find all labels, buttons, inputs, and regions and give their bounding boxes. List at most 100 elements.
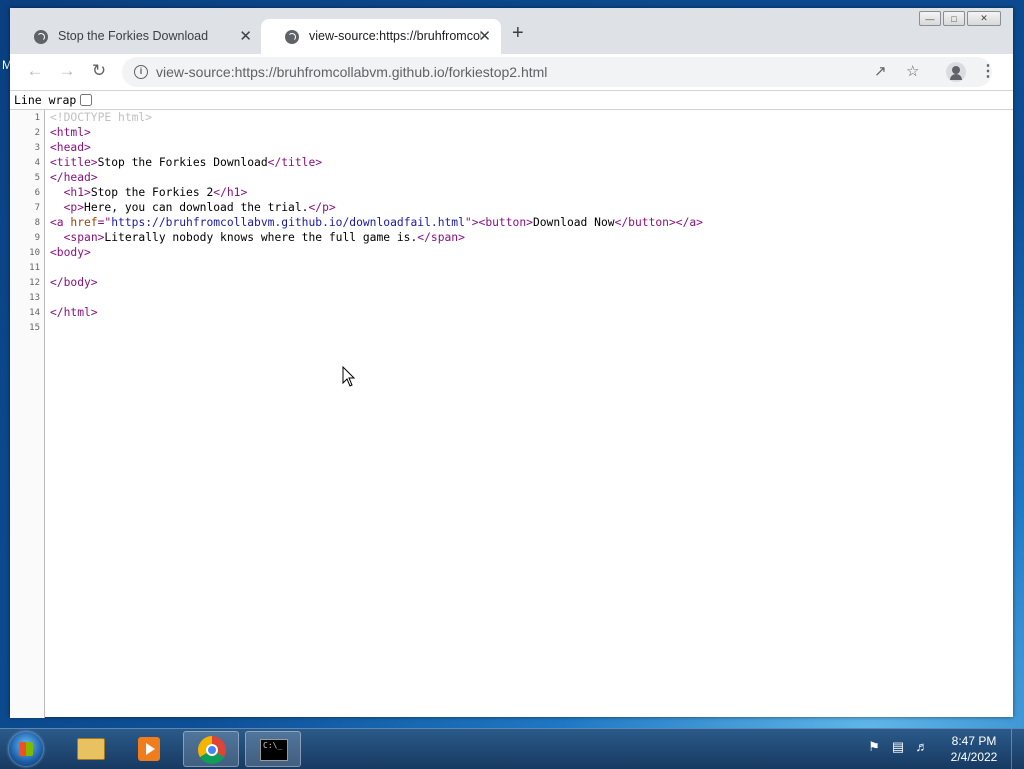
line-number: 13 (29, 293, 40, 303)
code-token[interactable]: https://bruhfromcollabvm.github.io/downl… (111, 216, 465, 229)
code-token: <!DOCTYPE html> (50, 111, 153, 124)
code-token: <head> (50, 141, 91, 154)
line-number: 8 (34, 218, 40, 228)
taskbar-command-prompt[interactable]: C:\_ (245, 731, 301, 767)
close-tab-icon[interactable]: ✕ (239, 27, 252, 45)
line-number: 14 (29, 308, 40, 318)
source-code-area: 1 <!DOCTYPE html> 2 <html> 3 <head> 4 <title>St… (10, 109, 1013, 718)
line-code: <h1>Stop the Forkies 2</h1> (50, 186, 248, 199)
maximize-button[interactable]: □ (943, 11, 965, 26)
line-number: 10 (29, 248, 40, 258)
network-icon[interactable]: ▤ (890, 739, 906, 755)
close-window-button[interactable]: ✕ (967, 11, 1001, 26)
folder-icon (77, 738, 105, 760)
code-token: Here, you can download the trial. (84, 201, 309, 214)
tab-title: Stop the Forkies Download (58, 29, 209, 43)
line-code: </head> (50, 171, 98, 184)
line-wrap-checkbox[interactable] (80, 94, 93, 106)
line-code: <head> (50, 141, 91, 154)
code-token: </p> (308, 201, 336, 214)
clock-date: 2/4/2022 (950, 750, 998, 764)
reload-icon[interactable]: ↻ (88, 61, 110, 81)
profile-avatar-icon[interactable] (946, 62, 966, 82)
share-icon[interactable]: ↗ (874, 62, 887, 80)
line-number: 12 (29, 278, 40, 288)
site-info-icon[interactable]: i (134, 65, 148, 79)
taskbar-media-player[interactable] (121, 731, 177, 767)
code-token: Stop the Forkies Download (97, 156, 268, 169)
kebab-menu-icon[interactable]: ⋮ (980, 61, 996, 81)
window-controls: — □ ✕ (919, 11, 1001, 26)
line-number-gutter (10, 110, 45, 718)
code-token: "> (464, 216, 479, 229)
taskbar-chrome[interactable] (183, 731, 239, 767)
start-button[interactable] (9, 732, 43, 766)
code-token: <html> (50, 126, 91, 139)
code-token: href (70, 216, 98, 229)
line-wrap-label: Line wrap (14, 93, 77, 107)
code-token: <span> (63, 231, 105, 244)
line-number: 3 (34, 143, 40, 153)
code-token: </html> (50, 306, 98, 319)
code-token: <button> (478, 216, 533, 229)
line-number: 5 (34, 173, 40, 183)
close-tab-icon[interactable]: ✕ (478, 27, 491, 45)
code-token: <title> (50, 156, 98, 169)
code-token: =" (97, 216, 112, 229)
line-code: <title>Stop the Forkies Download</title> (50, 156, 322, 169)
code-token: Literally nobody knows where the full ga… (104, 231, 418, 244)
code-token: </span> (417, 231, 465, 244)
line-number: 11 (29, 263, 40, 273)
chrome-window: Stop the Forkies Download ✕ view-source:… (10, 8, 1013, 718)
media-player-icon (138, 737, 160, 761)
show-desktop-button[interactable] (1011, 729, 1024, 769)
forward-icon[interactable]: → (56, 61, 78, 81)
clock[interactable]: 8:47 PM 2/4/2022 (944, 733, 1004, 765)
code-token: <a (50, 216, 71, 229)
code-token: </title> (267, 156, 323, 169)
line-code: </html> (50, 306, 98, 319)
browser-toolbar: ← → ↻ i view-source:https://bruhfromcoll… (10, 54, 1013, 91)
line-number: 2 (34, 128, 40, 138)
line-number: 7 (34, 203, 40, 213)
code-token: </a> (675, 216, 703, 229)
code-token: </button> (614, 216, 676, 229)
line-number: 9 (34, 233, 40, 243)
command-prompt-icon: C:\_ (260, 739, 288, 761)
action-center-flag-icon[interactable]: ⚑ (866, 739, 882, 755)
address-url[interactable]: view-source:https://bruhfromcollabvm.git… (156, 64, 547, 80)
line-wrap-control[interactable]: Line wrap (14, 93, 93, 107)
tab-view-source[interactable]: view-source:https://bruhfromcollabvm.git… (261, 19, 501, 54)
bookmark-star-icon[interactable]: ☆ (906, 62, 919, 80)
code-token: <p> (63, 201, 85, 214)
minimize-button[interactable]: — (919, 11, 941, 26)
line-code: <html> (50, 126, 91, 139)
tab-stop-the-forkies[interactable]: Stop the Forkies Download ✕ (10, 19, 262, 54)
new-tab-button[interactable]: + (512, 22, 524, 45)
address-bar[interactable]: i view-source:https://bruhfromcollabvm.g… (122, 57, 992, 87)
code-token: </h1> (213, 186, 248, 199)
line-code: <p>Here, you can download the trial.</p> (50, 201, 336, 214)
code-token: </head> (50, 171, 98, 184)
view-source-page: Line wrap 1 <!DOCTYPE html> 2 <html> 3 <head>… (10, 91, 1013, 718)
code-token: <h1> (63, 186, 91, 199)
line-code: <span>Literally nobody knows where the f… (50, 231, 465, 244)
line-number: 1 (34, 113, 40, 123)
code-token: <body> (50, 246, 91, 259)
code-token: </body> (50, 276, 98, 289)
taskbar-explorer[interactable] (60, 731, 116, 767)
back-icon[interactable]: ← (24, 61, 46, 81)
line-number: 15 (29, 323, 40, 333)
system-tray: ⚑ ▤ ♬ (866, 739, 930, 755)
clock-time: 8:47 PM (951, 734, 997, 748)
line-code: <a href="https://bruhfromcollabvm.github… (50, 216, 703, 229)
code-token: Stop the Forkies 2 (90, 186, 214, 199)
code-token: Download Now (532, 216, 615, 229)
volume-icon[interactable]: ♬ (914, 739, 930, 755)
globe-icon (34, 30, 48, 44)
tab-strip: Stop the Forkies Download ✕ view-source:… (10, 8, 1013, 54)
tab-title: view-source:https://bruhfromcollabvm.git… (309, 29, 481, 43)
